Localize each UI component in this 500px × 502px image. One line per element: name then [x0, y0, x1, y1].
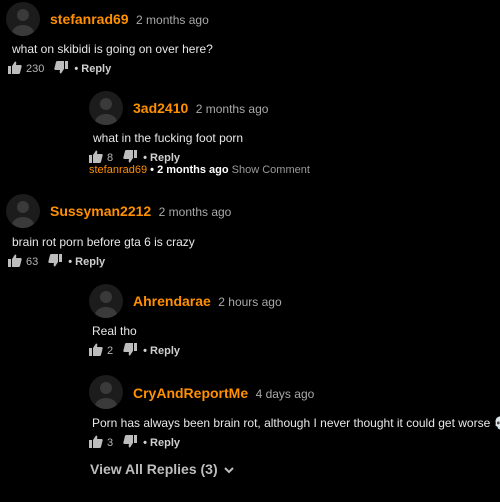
default-user-icon [12, 201, 34, 228]
timestamp: 2 months ago [136, 13, 209, 27]
reply-button[interactable]: • Reply [68, 256, 105, 268]
thumbs-up-icon[interactable] [8, 254, 22, 270]
show-comment-link[interactable]: Show Comment [232, 164, 310, 176]
comment-text: brain rot porn before gta 6 is crazy [12, 235, 195, 249]
reply-to-time: • 2 months ago [150, 164, 229, 176]
default-user-icon [95, 98, 117, 125]
avatar[interactable] [89, 91, 123, 125]
timestamp: 2 hours ago [218, 295, 282, 309]
thumbs-down-icon[interactable] [48, 254, 63, 270]
default-user-icon [95, 291, 117, 318]
chevron-down-icon [223, 461, 234, 477]
avatar[interactable] [89, 375, 123, 409]
like-count: 230 [26, 63, 45, 75]
view-all-replies-label: View All Replies (3) [90, 461, 218, 477]
username[interactable]: Ahrendarae [133, 293, 211, 309]
thumbs-down-icon[interactable] [123, 343, 138, 359]
like-count: 3 [107, 437, 114, 449]
timestamp: 4 days ago [255, 387, 315, 401]
reply-to-username[interactable]: stefanrad69 [89, 164, 147, 176]
username[interactable]: stefanrad69 [50, 11, 129, 27]
like-count: 2 [107, 345, 114, 357]
thumbs-up-icon[interactable] [89, 343, 103, 359]
reply-button[interactable]: • Reply [143, 152, 180, 164]
username[interactable]: Sussyman2212 [50, 203, 151, 219]
reply-to-line: stefanrad69 • 2 months ago Show Comment [89, 164, 310, 176]
reply-button[interactable]: • Reply [74, 63, 111, 75]
default-user-icon [95, 382, 117, 409]
timestamp: 2 months ago [195, 102, 269, 116]
thumbs-down-icon[interactable] [54, 61, 69, 77]
reply-button[interactable]: • Reply [143, 437, 180, 449]
username[interactable]: 3ad2410 [133, 100, 188, 116]
comment-text: what on skibidi is going on over here? [12, 42, 213, 56]
comment-text: what in the fucking foot porn [93, 131, 244, 145]
comment-text: Porn has always been brain rot, although… [92, 416, 500, 430]
timestamp: 2 months ago [158, 205, 232, 219]
thumbs-down-icon[interactable] [123, 435, 138, 451]
thumbs-up-icon[interactable] [8, 61, 22, 77]
default-user-icon [12, 9, 34, 36]
like-count: 63 [26, 256, 39, 268]
reply-button[interactable]: • Reply [143, 345, 180, 357]
view-all-replies-button[interactable]: View All Replies (3) [90, 461, 234, 477]
thumbs-up-icon[interactable] [89, 435, 103, 451]
avatar[interactable] [89, 284, 123, 318]
avatar[interactable] [6, 2, 40, 36]
like-count: 8 [107, 152, 114, 164]
avatar[interactable] [6, 194, 40, 228]
comment-text: Real tho [92, 324, 137, 338]
username[interactable]: CryAndReportMe [133, 385, 248, 401]
